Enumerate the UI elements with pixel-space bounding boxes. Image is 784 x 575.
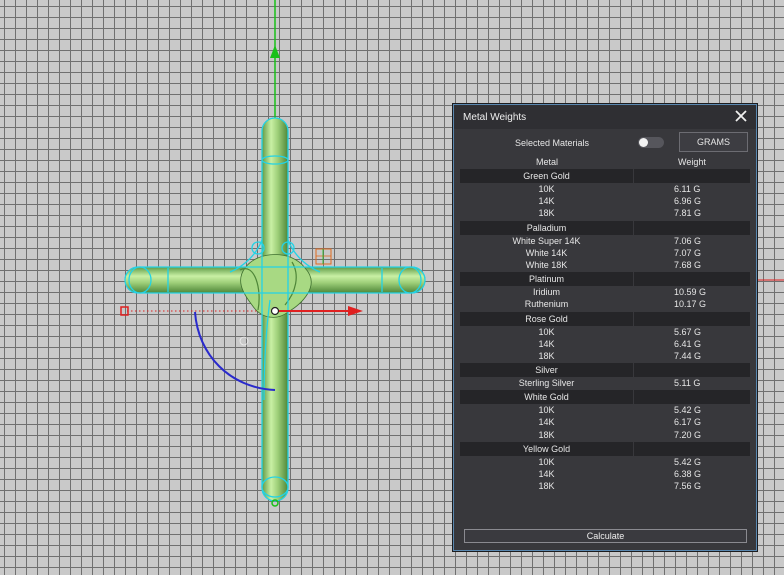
table-row: 10K 6.11 G — [460, 183, 750, 195]
metal-weight: 6.41 G — [674, 338, 702, 349]
selected-materials-label: Selected Materials — [515, 138, 590, 148]
table-row: White 18K 7.68 G — [460, 259, 750, 271]
3d-viewport[interactable]: Metal Weights Selected Materials GRAMS M… — [0, 0, 784, 575]
metal-group-name: Palladium — [526, 222, 567, 233]
table-row: White 14K 7.07 G — [460, 247, 750, 259]
metal-weight: 6.17 G — [674, 417, 702, 428]
metal-name: 18K — [538, 429, 555, 440]
gizmo-pivot[interactable] — [270, 306, 280, 316]
metal-name: 14K — [538, 338, 555, 349]
calculate-button[interactable]: Calculate — [464, 529, 747, 543]
table-row: 18K 7.56 G — [460, 480, 750, 492]
table-row: 10K 5.42 G — [460, 456, 750, 468]
metal-weight: 7.06 G — [674, 235, 702, 246]
metal-weight: 5.42 G — [674, 456, 702, 467]
table-row: 14K 6.38 G — [460, 468, 750, 480]
y-axis-arrow-icon[interactable] — [270, 45, 280, 58]
column-divider — [633, 363, 634, 378]
metal-weight: 7.07 G — [674, 247, 702, 258]
panel-title: Metal Weights — [463, 112, 527, 123]
column-divider — [633, 272, 634, 287]
x-axis-arrow-icon[interactable] — [348, 306, 363, 316]
metal-name: White 18K — [525, 259, 568, 270]
table-row: 14K 6.17 G — [460, 416, 750, 428]
metal-group-row: Platinum — [460, 272, 750, 287]
table-row: 14K 6.96 G — [460, 195, 750, 207]
column-header-metal: Metal — [536, 157, 559, 167]
metal-name: Iridium — [532, 287, 560, 298]
scale-handle-icon[interactable] — [315, 248, 332, 265]
metal-group-row: Green Gold — [460, 169, 750, 183]
column-divider — [633, 169, 634, 183]
metal-group-name: Yellow Gold — [522, 443, 571, 454]
metal-name: White Super 14K — [512, 235, 581, 246]
table-row: 18K 7.44 G — [460, 350, 750, 362]
column-header-weight: Weight — [678, 157, 706, 167]
metal-name: 14K — [538, 196, 555, 207]
metal-weight: 5.42 G — [674, 405, 702, 416]
metal-name: Sterling Silver — [518, 378, 575, 389]
metal-group-name: Silver — [535, 365, 558, 376]
table-row: 18K 7.81 G — [460, 207, 750, 219]
column-divider — [633, 311, 634, 326]
ghost-cursor-ring — [239, 336, 249, 346]
close-button[interactable] — [733, 108, 749, 124]
metal-group-name: White Gold — [524, 392, 569, 403]
metal-group-row: White Gold — [460, 390, 750, 405]
metal-name: 18K — [538, 208, 555, 219]
metal-weight: 10.17 G — [674, 299, 707, 310]
table-row: White Super 14K 7.06 G — [460, 235, 750, 247]
metal-name: 14K — [538, 469, 555, 479]
table-row: Sterling Silver 5.11 G — [460, 377, 750, 389]
metal-name: 10K — [538, 456, 555, 467]
table-row: 18K 7.20 G — [460, 429, 750, 441]
column-divider — [633, 390, 634, 405]
metal-group-row: Palladium — [460, 220, 750, 235]
metal-group-row: Silver — [460, 363, 750, 378]
toggle-knob — [639, 138, 648, 147]
metal-weight: 7.56 G — [674, 481, 702, 492]
table-row: 10K 5.67 G — [460, 326, 750, 338]
column-divider — [633, 441, 634, 456]
metal-weight: 7.68 G — [674, 259, 702, 270]
metal-weight: 7.20 G — [674, 429, 702, 440]
selected-materials-toggle[interactable] — [638, 137, 664, 148]
metal-weight: 10.59 G — [674, 287, 707, 298]
metal-name: 10K — [538, 184, 555, 194]
metal-group-name: Green Gold — [523, 171, 570, 181]
metal-weight: 6.11 G — [674, 184, 701, 194]
table-row: Ruthenium 10.17 G — [460, 298, 750, 310]
metal-group-name: Platinum — [528, 274, 564, 285]
table-row: 14K 6.41 G — [460, 338, 750, 350]
table-row: 10K 5.42 G — [460, 404, 750, 416]
metal-weight: 6.38 G — [674, 469, 702, 479]
units-button[interactable]: GRAMS — [679, 132, 748, 152]
metal-group-name: Rose Gold — [525, 313, 568, 324]
metal-name: 14K — [538, 417, 555, 428]
panel-header: Metal Weights — [454, 105, 756, 129]
column-divider — [633, 220, 634, 235]
close-icon — [735, 110, 747, 122]
x-axis-origin-marker — [120, 306, 129, 316]
metal-weights-panel: Metal Weights Selected Materials GRAMS M… — [453, 104, 757, 551]
metal-name: 18K — [538, 481, 555, 492]
metal-weight: 7.44 G — [674, 350, 702, 361]
table-row: Iridium 10.59 G — [460, 286, 750, 298]
metal-name: 18K — [538, 350, 555, 361]
metal-weight: 5.67 G — [674, 326, 702, 337]
metal-group-row: Rose Gold — [460, 311, 750, 326]
metal-name: 10K — [538, 326, 555, 337]
metal-group-row: Yellow Gold — [460, 441, 750, 456]
metal-name: White 14K — [525, 247, 568, 258]
metal-name: Ruthenium — [524, 299, 569, 310]
metal-weight: 5.11 G — [674, 378, 701, 389]
metal-weight: 7.81 G — [674, 208, 702, 219]
metal-weight: 6.96 G — [674, 196, 702, 207]
metal-weights-table: Green Gold 10K 6.11 G 14K 6.96 G 18K 7.81 G Pal… — [460, 168, 750, 492]
metal-name: 10K — [538, 405, 555, 416]
